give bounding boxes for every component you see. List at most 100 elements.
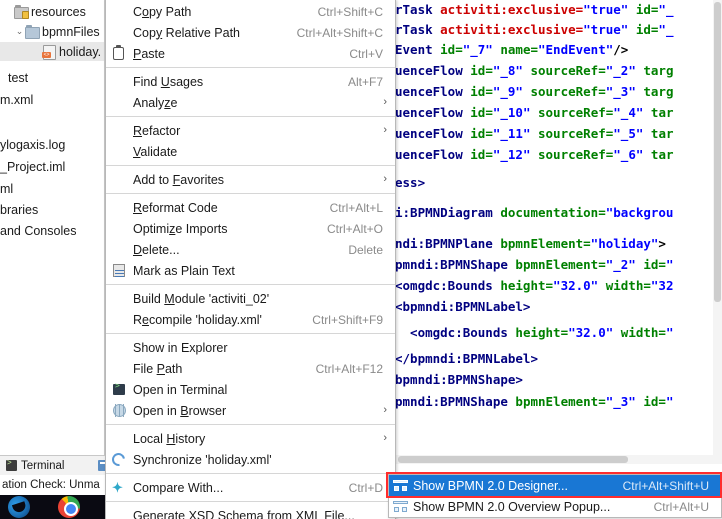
terminal-icon [113,381,125,395]
code-token: bpmndi:BPMNShape> [396,372,523,387]
tree-row[interactable]: ml [0,179,104,198]
menu-item-label: Local History [133,431,206,446]
menu-item-open-in-browser[interactable]: Open in Browser › [106,400,395,421]
menu-item-synchronize-holiday-xml[interactable]: Synchronize 'holiday.xml' [106,449,395,470]
compare-icon: ✦ [112,480,123,495]
code-token: pmndi:BPMNShape [396,257,516,272]
tree-row-label: holiday. [59,44,102,59]
editor-horizontal-scroll-thumb[interactable] [398,456,628,463]
tree-row-label: bpmnFiles [42,24,100,39]
plain-text-icon [113,264,125,277]
code-line: i:BPMNDiagram documentation="backgrou [396,203,673,222]
code-token: "_12" [492,147,531,162]
menu-item-delete[interactable]: Delete... Delete [106,239,395,260]
menu-item-icon [106,141,133,162]
chevron-right-icon: › [383,432,387,444]
menu-item-refactor[interactable]: Refactor › [106,120,395,141]
tree-row[interactable]: and Consoles [0,221,104,240]
tree-row-label: resources [31,4,86,19]
code-token: /> [613,42,629,57]
menu-item-open-in-terminal[interactable]: Open in Terminal [106,379,395,400]
code-token: "_3" [605,84,636,99]
editor-vertical-scrollbar[interactable] [713,0,722,455]
tree-row[interactable]: ⌄ bpmnFiles [0,22,104,41]
code-line: bpmndi:BPMNShape> [396,370,523,389]
tool-button-terminal[interactable]: Terminal [0,456,70,476]
menu-item-icon [106,309,133,330]
submenu-item-show-bpmn-2-0-designer[interactable]: Show BPMN 2.0 Designer... Ctrl+Alt+Shift+… [389,475,721,496]
menu-item-shortcut: Ctrl+Shift+C [317,4,383,19]
menu-item-mark-as-plain-text[interactable]: Mark as Plain Text [106,260,395,281]
edge-icon[interactable] [8,496,30,518]
project-tool-window[interactable]: resources ⌄ bpmnFiles <> holiday. test m.xml yl… [0,0,105,455]
code-token: name= [492,42,538,57]
menu-item-optimize-imports[interactable]: Optimize Imports Ctrl+Alt+O [106,218,395,239]
code-token: "_5" [613,126,644,141]
code-editor[interactable]: rTask activiti:exclusive="true" id="_ rTa… [396,0,722,460]
code-token: "_6" [613,147,644,162]
code-token: " [665,394,674,409]
menu-item-copy-relative-path[interactable]: Copy Relative Path Ctrl+Alt+Shift+C [106,22,395,43]
code-token: id= [440,42,463,57]
code-line: ess> [396,173,425,192]
tree-row[interactable]: test [0,68,104,87]
tree-row[interactable]: m.xml [0,90,104,109]
menu-item-compare-with[interactable]: ✦ Compare With... Ctrl+D [106,477,395,498]
code-token: "32.0" [568,325,614,340]
code-token: activiti:exclusive= [440,2,584,17]
code-token: sourceRef= [530,126,614,141]
menu-item-add-to-favorites[interactable]: Add to Favorites › [106,169,395,190]
menu-item-generate-xsd-schema-from-xml-file[interactable]: Generate XSD Schema from XML File... [106,505,395,519]
menu-item-reformat-code[interactable]: Reformat Code Ctrl+Alt+L [106,197,395,218]
diagrams-submenu[interactable]: Show BPMN 2.0 Designer... Ctrl+Alt+Shift+… [388,474,722,518]
menu-item-recompile-holiday-xml[interactable]: Recompile 'holiday.xml' Ctrl+Shift+F9 [106,309,395,330]
code-line: pmndi:BPMNShape bpmnElement="_2" id=" [396,255,673,274]
code-token: uenceFlow [396,105,471,120]
menu-item-analyze[interactable]: Analyze › [106,92,395,113]
tree-row[interactable]: braries [0,200,104,219]
menu-item-icon [106,428,133,449]
menu-item-label: Compare With... [133,480,224,495]
menu-item-label: Open in Terminal [133,382,228,397]
code-token: activiti:exclusive= [440,22,584,37]
editor-horizontal-scrollbar[interactable] [396,455,722,464]
menu-item-label: Validate [133,144,178,159]
menu-item-file-path[interactable]: File Path Ctrl+Alt+F12 [106,358,395,379]
menu-item-shortcut: Ctrl+Shift+F9 [312,312,383,327]
menu-item-show-in-explorer[interactable]: Show in Explorer [106,337,395,358]
code-token: pmndi:BPMNShape [396,394,516,409]
code-token: <bpmndi:BPMNLabel> [396,299,531,314]
code-token: ndi:BPMNPlane [396,236,501,251]
menu-item-validate[interactable]: Validate [106,141,395,162]
tree-row[interactable]: resources [0,2,104,21]
chevron-right-icon: › [383,173,387,185]
menu-item-icon [106,197,133,218]
code-token: <omgdc:Bounds [396,325,516,340]
chevron-down-icon[interactable]: ⌄ [14,22,25,41]
menu-separator [106,501,395,502]
context-menu[interactable]: Copy Path Ctrl+Shift+C Copy Relative Path C… [105,0,396,519]
menu-item-copy-path[interactable]: Copy Path Ctrl+Shift+C [106,1,395,22]
code-token: </bpmndi:BPMNLabel> [396,351,538,366]
menu-item-icon [106,505,133,519]
code-line: uenceFlow id="_9" sourceRef="_3" targ [396,82,674,101]
tree-row-label: braries [0,202,39,217]
submenu-item-show-bpmn-2-0-overview-popup[interactable]: Show BPMN 2.0 Overview Popup... Ctrl+Alt+… [389,496,721,517]
chrome-icon[interactable] [58,496,80,518]
code-token: "32.0" [553,278,599,293]
menu-item-local-history[interactable]: Local History › [106,428,395,449]
code-token: sourceRef= [530,147,614,162]
code-line: uenceFlow id="_10" sourceRef="_4" tar [396,103,674,122]
tree-row[interactable]: ylogaxis.log [0,135,104,154]
submenu-item-icon [389,475,413,496]
code-token: sourceRef= [522,84,606,99]
menu-item-build-module-activiti-02[interactable]: Build Module 'activiti_02' [106,288,395,309]
code-token: targ [635,84,674,99]
menu-item-shortcut: Delete [348,242,383,257]
editor-vertical-scroll-thumb[interactable] [714,2,721,302]
menu-item-paste[interactable]: Paste Ctrl+V [106,43,395,64]
tree-row[interactable]: _Project.iml [0,157,104,176]
menu-item-icon [106,218,133,239]
menu-item-find-usages[interactable]: Find Usages Alt+F7 [106,71,395,92]
tree-row[interactable]: <> holiday. [0,42,104,61]
